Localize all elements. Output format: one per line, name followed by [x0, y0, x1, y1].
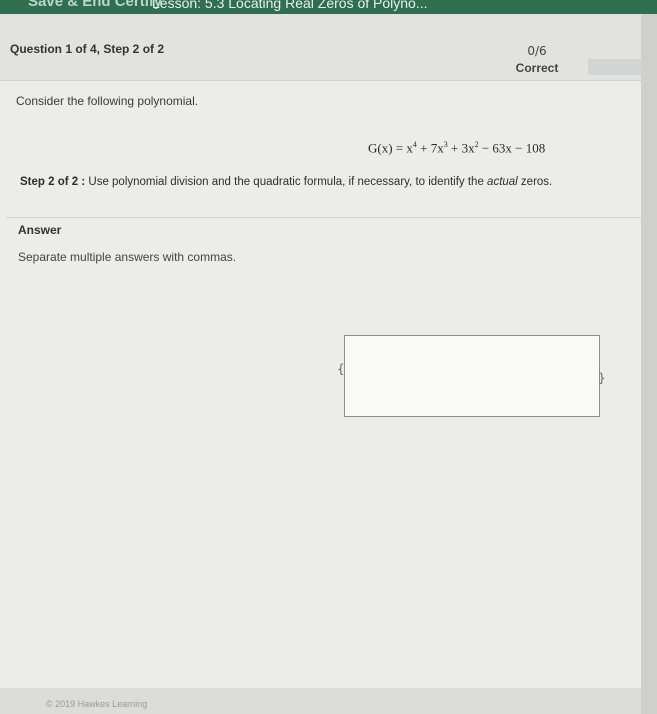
status-label: Correct [515, 61, 559, 75]
equation-term-2: + 7x [416, 140, 444, 156]
section-divider [6, 217, 641, 218]
footer: © 2019 Hawkes Learning [0, 688, 641, 714]
answer-input[interactable] [344, 335, 600, 417]
equation-term-3: + 3x [447, 140, 475, 156]
right-brace: } [598, 371, 606, 385]
score-value: 0/6 [527, 44, 547, 58]
step-text-end: zeros. [517, 176, 553, 188]
copyright-text: © 2019 Hawkes Learning [46, 699, 148, 709]
answer-hint: Separate multiple answers with commas. [18, 250, 237, 264]
question-header: Question 1 of 4, Step 2 of 2 0/6 Correct [0, 14, 641, 81]
step-instructions: Step 2 of 2 : Use polynomial division an… [20, 176, 552, 188]
step-emphasis: actual [487, 176, 518, 188]
question-title: Question 1 of 4, Step 2 of 2 [10, 42, 165, 56]
score-panel: 0/6 Correct [498, 44, 576, 75]
step-label: Step 2 of 2 : [20, 176, 86, 188]
save-end-certify-button[interactable]: Save & End Certify [28, 0, 162, 10]
answer-title: Answer [18, 223, 62, 237]
step-text: Use polynomial division and the quadrati… [85, 176, 488, 188]
equation-lhs: G(x) = x [368, 140, 413, 156]
top-bar: Save & End Certify Lesson: 5.3 Locating … [0, 0, 657, 14]
lesson-title: Lesson: 5.3 Locating Real Zeros of Polyn… [152, 0, 428, 11]
polynomial-equation: G(x) = x4 + 7x3 + 3x2 − 63x − 108 [368, 140, 545, 156]
progress-bar [588, 59, 641, 75]
question-prompt: Consider the following polynomial. [16, 94, 199, 108]
question-page: Question 1 of 4, Step 2 of 2 0/6 Correct… [0, 14, 641, 714]
equation-term-4: − 63x − 108 [478, 140, 546, 156]
